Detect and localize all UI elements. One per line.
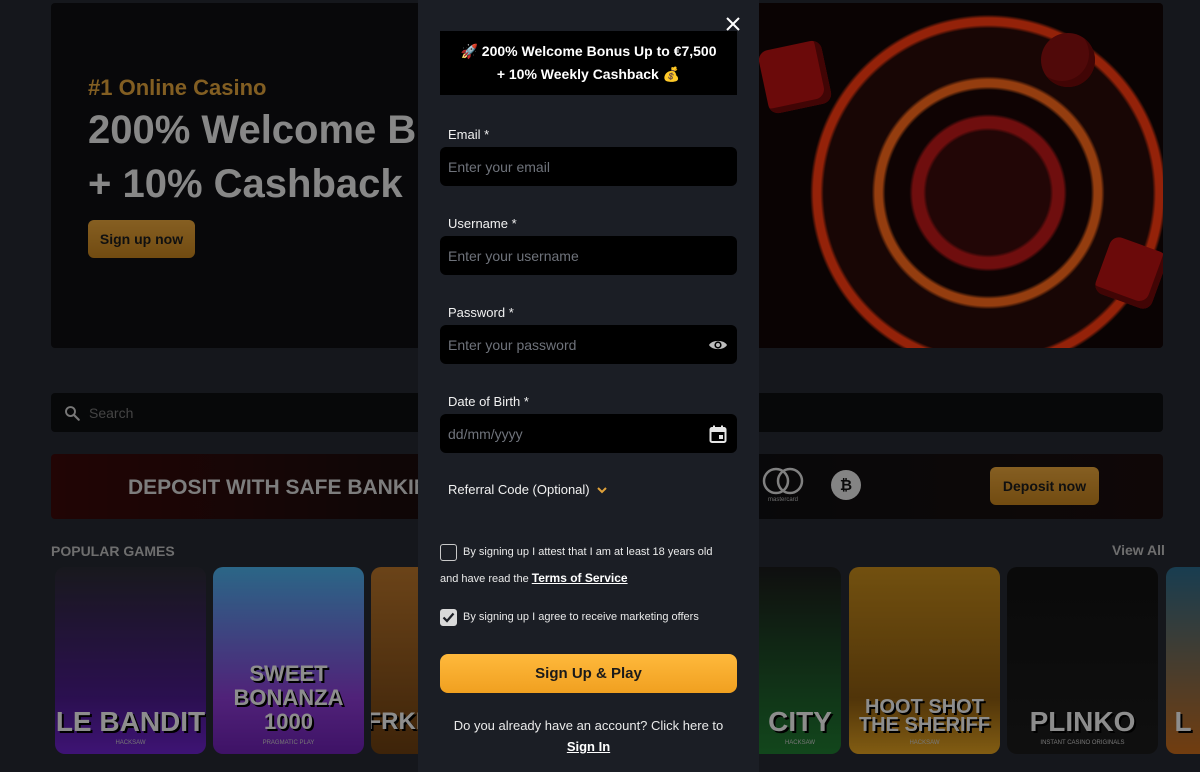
chevron-down-icon <box>596 486 607 493</box>
check-icon <box>442 612 455 623</box>
dice-image <box>757 39 833 115</box>
promo-line2-text: + 10% Weekly Cashback <box>496 66 659 82</box>
ball-image <box>1041 33 1095 87</box>
game-card[interactable]: FRKI <box>371 567 418 754</box>
promo-line1: 🚀 200% Welcome Bonus Up to €7,500 <box>460 40 716 63</box>
game-provider: PRAGMATIC PLAY <box>262 740 315 746</box>
marketing-consent-text: By signing up I agree to receive marketi… <box>463 611 699 623</box>
email-label: Email * <box>448 127 490 142</box>
game-title: LE BANDIT <box>55 706 206 737</box>
age-consent-text-line2: and have read the Terms of Service <box>440 571 628 585</box>
referral-code-label: Referral Code (Optional) <box>448 482 590 497</box>
game-title: L <box>1174 706 1192 737</box>
password-input[interactable] <box>448 336 688 353</box>
dob-label: Date of Birth * <box>448 394 529 409</box>
account-prompt: Do you already have an account? Click he… <box>453 718 724 733</box>
bitcoin-icon: ₿ <box>831 470 861 500</box>
deposit-banner-text: DEPOSIT WITH SAFE BANKIN <box>128 476 430 499</box>
referral-code-toggle[interactable]: Referral Code (Optional) <box>448 482 608 497</box>
search-input[interactable] <box>89 404 270 421</box>
password-label: Password * <box>448 305 514 320</box>
game-card[interactable]: L <box>1166 567 1200 754</box>
username-input[interactable] <box>448 247 688 264</box>
show-password-toggle[interactable] <box>708 335 728 355</box>
game-title: PLINKO <box>1029 706 1136 737</box>
email-input[interactable] <box>448 158 688 175</box>
game-title: HOOT SHOT THE SHERIFF <box>858 696 991 736</box>
close-icon <box>726 17 740 31</box>
dob-field[interactable] <box>440 414 737 453</box>
game-provider: HACKSAW <box>784 740 816 746</box>
hero-signup-button[interactable]: Sign up now <box>88 220 195 258</box>
rocket-icon: 🚀 <box>460 43 478 59</box>
money-bag-icon: 💰 <box>662 66 681 82</box>
age-consent-prefix: and have read the <box>440 573 532 585</box>
signup-play-button[interactable]: Sign Up & Play <box>440 654 737 693</box>
marketing-consent-checkbox[interactable] <box>440 609 457 626</box>
mastercard-icon: mastercard <box>762 467 804 503</box>
calendar-picker[interactable] <box>708 424 728 444</box>
popular-games-title: POPULAR GAMES <box>51 543 175 559</box>
game-title: CITY <box>768 706 832 737</box>
mastercard-label: mastercard <box>768 497 798 503</box>
email-field[interactable] <box>440 147 737 186</box>
game-provider: HACKSAW <box>115 740 146 746</box>
age-consent-text: By signing up I attest that I am at leas… <box>463 546 713 558</box>
calendar-icon <box>709 425 727 443</box>
game-card[interactable]: SWEET BONANZA 1000 PRAGMATIC PLAY <box>213 567 364 754</box>
dob-input[interactable] <box>448 425 688 442</box>
game-card[interactable]: CITY HACKSAW <box>759 567 841 754</box>
deposit-now-button[interactable]: Deposit now <box>990 467 1099 505</box>
sign-in-link[interactable]: Sign In <box>418 739 759 754</box>
game-card[interactable]: LE BANDIT HACKSAW <box>55 567 206 754</box>
game-title: SWEET BONANZA 1000 <box>233 661 344 734</box>
eye-icon <box>709 340 727 350</box>
hero-kicker: #1 Online Casino <box>88 75 267 100</box>
username-field[interactable] <box>440 236 737 275</box>
game-card[interactable]: HOOT SHOT THE SHERIFF HACKSAW <box>849 567 1000 754</box>
age-consent-checkbox[interactable] <box>440 544 457 561</box>
terms-of-service-link[interactable]: Terms of Service <box>532 571 628 585</box>
game-card[interactable]: PLINKO INSTANT CASINO ORIGINALS <box>1007 567 1158 754</box>
promo-banner: 🚀 200% Welcome Bonus Up to €7,500 + 10% … <box>440 31 737 95</box>
game-title: FRKI <box>371 708 418 735</box>
game-provider: INSTANT CASINO ORIGINALS <box>1040 740 1125 746</box>
username-label: Username * <box>448 216 517 231</box>
password-field[interactable] <box>440 325 737 364</box>
promo-line1-text: 200% Welcome Bonus Up to €7,500 <box>481 43 717 59</box>
game-provider: HACKSAW <box>909 740 940 746</box>
search-icon <box>65 405 80 421</box>
promo-line2: + 10% Weekly Cashback 💰 <box>497 63 680 86</box>
view-all-link[interactable]: View All <box>1112 542 1165 558</box>
